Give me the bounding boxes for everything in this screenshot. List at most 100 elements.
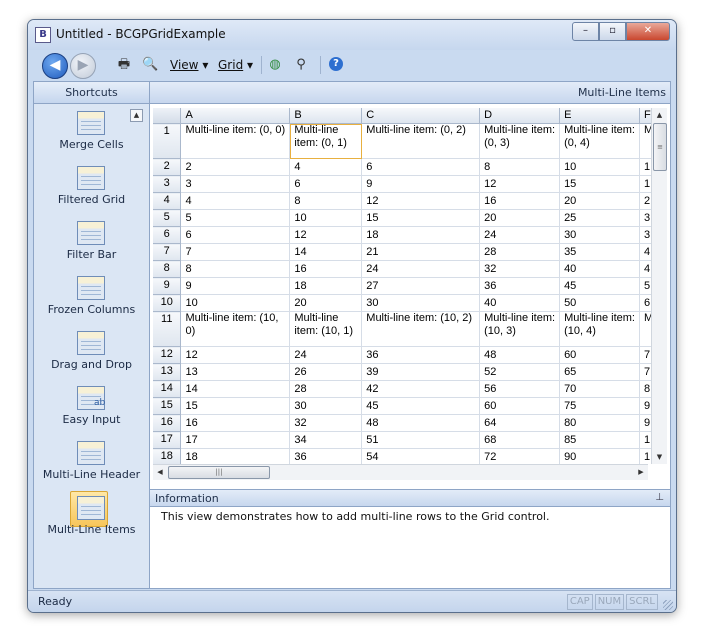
scroll-left-button[interactable]: ◀ [153, 465, 167, 480]
title-bar[interactable]: B Untitled - BCGPGridExample – ▫ ✕ [28, 20, 676, 50]
scroll-right-button[interactable]: ▶ [634, 465, 648, 480]
grid-cell[interactable]: 42 [361, 380, 481, 398]
grid-cell[interactable]: 16 [479, 192, 561, 210]
grid-cell[interactable]: 16 [180, 414, 291, 432]
scroll-down-button[interactable]: ▼ [652, 450, 667, 464]
grid-cell[interactable]: 72 [479, 448, 561, 464]
grid-cell[interactable]: 28 [479, 243, 561, 261]
grid-cell[interactable]: 40 [559, 260, 640, 278]
view-menu[interactable]: View ▾ [170, 58, 208, 72]
row-header[interactable]: 9 [153, 277, 182, 295]
grid-cell[interactable]: 14 [180, 380, 291, 398]
grid-cell[interactable]: 9 [180, 277, 291, 295]
resize-grip[interactable] [663, 600, 673, 610]
grid-cell[interactable]: 36 [289, 448, 363, 464]
grid-cell[interactable]: 64 [479, 414, 561, 432]
horizontal-scroll-thumb[interactable]: ||| [168, 466, 270, 479]
horizontal-scrollbar[interactable]: ◀ ||| ▶ [153, 464, 648, 480]
grid-cell[interactable]: 65 [559, 363, 640, 381]
grid-cell[interactable]: 13 [180, 363, 291, 381]
row-header[interactable]: 4 [153, 192, 182, 210]
grid-cell[interactable]: 20 [559, 192, 640, 210]
forward-button[interactable]: ▶ [70, 53, 96, 79]
row-header[interactable]: 3 [153, 175, 182, 193]
grid-cell[interactable]: Multi-line item: (10, 0) [180, 311, 291, 347]
scroll-up-button[interactable]: ▲ [652, 108, 667, 122]
grid-cell[interactable]: 9 [361, 175, 481, 193]
grid-cell[interactable]: 8 [479, 158, 561, 176]
grid-cell[interactable]: 18 [289, 277, 363, 295]
column-header-b[interactable]: B [289, 108, 363, 124]
row-header[interactable]: 15 [153, 397, 182, 415]
shortcut-drag-and-drop[interactable]: Drag and Drop [34, 329, 149, 384]
grid-control[interactable]: A B C D E F 1 Multi-line item: (0, 0) Mult… [153, 108, 666, 464]
grid-cell[interactable]: 14 [289, 243, 363, 261]
grid-cell[interactable]: 17 [180, 431, 291, 449]
shortcut-merge-cells[interactable]: Merge Cells [34, 109, 149, 164]
row-header[interactable]: 10 [153, 294, 182, 312]
grid-cell[interactable]: 20 [479, 209, 561, 227]
grid-cell[interactable]: 68 [479, 431, 561, 449]
grid-cell[interactable]: 5 [180, 209, 291, 227]
grid-cell[interactable]: 15 [559, 175, 640, 193]
grid-cell[interactable]: 8 [289, 192, 363, 210]
minimize-button[interactable]: – [572, 22, 599, 41]
grid-cell[interactable]: 34 [289, 431, 363, 449]
shortcut-multi-line-items[interactable]: Multi-Line Items [34, 491, 149, 549]
grid-cell[interactable]: 90 [559, 448, 640, 464]
grid-cell[interactable]: 45 [559, 277, 640, 295]
grid-cell[interactable]: 26 [289, 363, 363, 381]
grid-cell[interactable]: 30 [289, 397, 363, 415]
row-header[interactable]: 14 [153, 380, 182, 398]
select-all-corner[interactable] [153, 108, 182, 124]
grid-cell[interactable]: 3 [180, 175, 291, 193]
grid-cell[interactable]: 7 [180, 243, 291, 261]
grid-cell[interactable]: 36 [479, 277, 561, 295]
grid-cell[interactable]: 20 [289, 294, 363, 312]
grid-cell[interactable]: 8 [180, 260, 291, 278]
grid-cell[interactable]: 52 [479, 363, 561, 381]
grid-cell[interactable]: Multi-line item: (0, 0) [180, 123, 291, 159]
grid-cell[interactable]: 15 [180, 397, 291, 415]
row-header[interactable]: 17 [153, 431, 182, 449]
shortcut-filtered-grid[interactable]: Filtered Grid [34, 164, 149, 219]
grid-cell[interactable]: 32 [479, 260, 561, 278]
shortcut-easy-input[interactable]: ab Easy Input [34, 384, 149, 439]
close-button[interactable]: ✕ [626, 22, 670, 41]
grid-cell[interactable]: 12 [479, 175, 561, 193]
column-header-a[interactable]: A [180, 108, 291, 124]
row-header[interactable]: 5 [153, 209, 182, 227]
grid-cell[interactable]: 30 [361, 294, 481, 312]
pin-icon[interactable]: ⊥ [655, 492, 664, 503]
grid-cell[interactable]: 24 [361, 260, 481, 278]
grid-cell[interactable]: 50 [559, 294, 640, 312]
grid-cell[interactable]: 30 [559, 226, 640, 244]
grid-cell[interactable]: Multi-line item: (10, 4) [559, 311, 640, 347]
grid-cell[interactable]: Multi-line item: (0, 3) [479, 123, 561, 159]
grid-cell[interactable]: 70 [559, 380, 640, 398]
grid-cell[interactable]: 48 [361, 414, 481, 432]
print-preview-icon[interactable]: 🔍 [142, 57, 158, 73]
grid-cell[interactable]: 32 [289, 414, 363, 432]
grid-cell[interactable]: 51 [361, 431, 481, 449]
row-header[interactable]: 2 [153, 158, 182, 176]
grid-cell[interactable]: 36 [361, 346, 481, 364]
grid-cell[interactable]: Multi-line item: (0, 2) [361, 123, 481, 159]
column-header-d[interactable]: D [479, 108, 561, 124]
grid-cell[interactable]: 48 [479, 346, 561, 364]
grid-cell[interactable]: 4 [289, 158, 363, 176]
grid-cell[interactable]: Multi-line item: (0, 1) [289, 123, 363, 159]
grid-cell[interactable]: 40 [479, 294, 561, 312]
grid-cell[interactable]: 6 [289, 175, 363, 193]
find-icon[interactable]: ⚲ [293, 57, 309, 73]
grid-cell[interactable]: Multi-line item: (10, 3) [479, 311, 561, 347]
grid-cell[interactable]: 21 [361, 243, 481, 261]
grid-cell[interactable]: 10 [559, 158, 640, 176]
grid-menu[interactable]: Grid ▾ [218, 58, 253, 72]
shortcut-multi-line-header[interactable]: Multi-Line Header [34, 439, 149, 494]
grid-cell[interactable]: 16 [289, 260, 363, 278]
maximize-button[interactable]: ▫ [599, 22, 626, 41]
grid-cell[interactable]: 54 [361, 448, 481, 464]
grid-cell[interactable]: 25 [559, 209, 640, 227]
grid-cell[interactable]: 10 [180, 294, 291, 312]
